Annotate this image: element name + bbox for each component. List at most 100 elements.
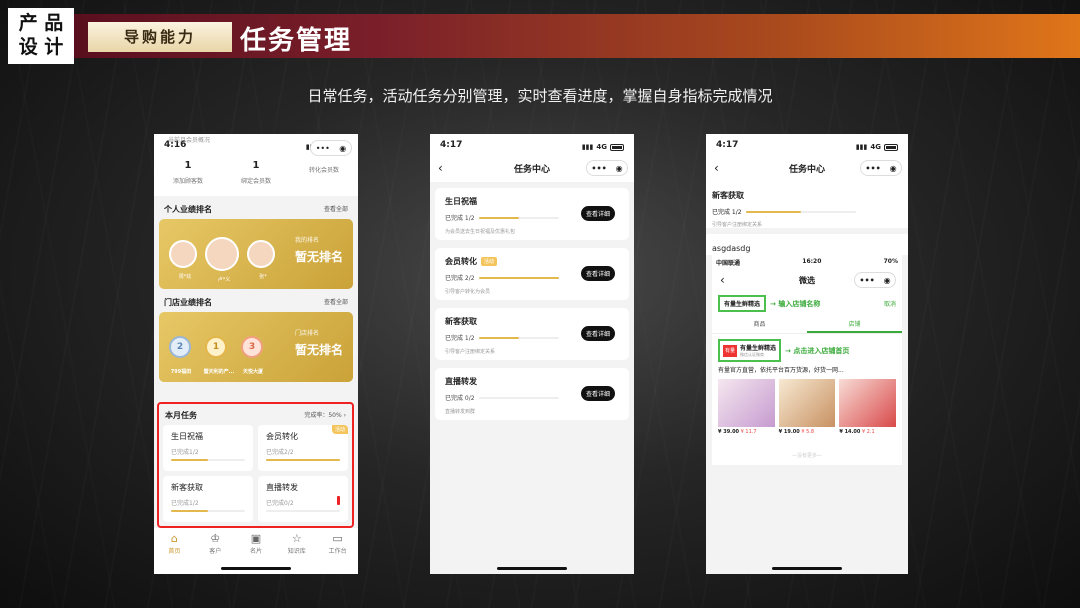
product-item[interactable]: ¥ 19.00 ¥ 5.8: [778, 379, 836, 435]
network-label: 4G: [870, 143, 881, 151]
store-logo: 有量: [723, 344, 737, 357]
cancel-button[interactable]: 取消: [884, 299, 896, 308]
page-subtitle: 日常任务，活动任务分别管理，实时查看进度，掌握自身指标完成情况: [307, 87, 773, 105]
battery-icon: [884, 143, 898, 151]
tab-products[interactable]: 商品: [712, 316, 807, 333]
nav-title: 任务中心: [513, 164, 550, 175]
task-card: 直播转发 已完成 0/2 直播转发到群 查看详细: [435, 368, 629, 420]
crown-icon: ♔: [210, 532, 221, 545]
product-item[interactable]: ¥ 14.00 ¥ 2.1: [839, 379, 897, 435]
status-bar: 4:17 ▮▮▮ 4G: [430, 134, 634, 154]
phone-task-detail: 4:17 ▮▮▮ 4G ‹ 任务中心 ••• ◉ 新客获取 已完成 1/2 引导客户…: [706, 134, 908, 574]
back-icon[interactable]: ‹: [714, 161, 719, 175]
nav-bar: ‹ 任务中心 ••• ◉: [430, 154, 634, 182]
home-icon: ⌂: [170, 532, 178, 545]
store-description: 有量官方直营，依托平台百万货源，好货一网...: [718, 367, 844, 374]
embedded-shop-screenshot: 中国联通 16:20 70% ‹ 微选 ••• ◉ 有量生鲜精选 → 输入店铺名称…: [712, 255, 902, 465]
caption: 当前月会员概况: [168, 137, 211, 144]
personal-ranking-header: 个人业绩排名 查看全部: [164, 204, 348, 215]
progress-bar: [745, 210, 856, 213]
home-indicator: [772, 567, 842, 570]
badge-line2: 设 计: [18, 36, 64, 58]
phone-task-center: 4:17 ▮▮▮ 4G ‹ 任务中心 ••• ◉ 生日祝福 已完成 1/2 为会员送…: [430, 134, 634, 574]
stat-bound-members[interactable]: 1 绑定会员数: [222, 160, 290, 196]
more-icon[interactable]: •••: [865, 164, 880, 173]
mini-program-capsule[interactable]: ••• ◉: [586, 160, 628, 176]
status-time: 4:17: [440, 140, 463, 150]
store-rank: 门店排名 暂无排名: [294, 330, 343, 357]
mini-program-capsule[interactable]: ••• ◉: [310, 140, 352, 156]
mini-program-capsule[interactable]: ••• ◉: [854, 272, 896, 288]
activity-tag: 活动: [481, 257, 498, 266]
home-indicator: [497, 567, 567, 570]
task-summary: 新客获取 已完成 1/2 引导客户注册绑定关系: [706, 182, 908, 228]
close-target-icon[interactable]: ◉: [890, 164, 897, 173]
product-item[interactable]: ¥ 39.00 ¥ 11.7: [718, 379, 775, 435]
stat-converted-members[interactable]: 转化会员数: [290, 160, 358, 196]
store-annotation: → 点击进入店铺首页: [785, 346, 850, 355]
close-target-icon[interactable]: ◉: [616, 164, 623, 173]
task-card: 新客获取 已完成 1/2 引导客户注册绑定关系 查看详细: [435, 308, 629, 360]
more-icon[interactable]: •••: [591, 164, 606, 173]
chevron-right-icon: ›: [343, 412, 346, 419]
personal-ranking-card[interactable]: 周*炫 卢*义 张* 我的排名 暂无排名: [159, 219, 353, 289]
status-time: 4:17: [716, 140, 739, 150]
avatar: 卢*义: [205, 237, 239, 283]
phone-home-screen: 当前月会员概况 4:16 ▮▮▮4G •••◉ 1添加顾客数 1绑定会员数 转化…: [154, 134, 358, 574]
view-detail-button[interactable]: 查看详细: [580, 266, 615, 281]
tab-workbench[interactable]: ▭ 工作台: [317, 532, 358, 574]
signal-icon: ▮▮▮: [581, 143, 594, 151]
mini-program-capsule[interactable]: ••• ◉: [860, 160, 902, 176]
close-target-icon[interactable]: ◉: [339, 144, 346, 153]
tab-stores[interactable]: 店铺: [807, 316, 902, 333]
tab-home[interactable]: ⌂ 首页: [154, 532, 195, 574]
store-view-all-link[interactable]: 查看全部: [324, 297, 348, 308]
nav-bar: ‹ 任务中心 ••• ◉: [706, 154, 908, 182]
activity-tag: 活动: [331, 425, 348, 434]
home-indicator: [221, 567, 291, 570]
nav-title: 任务中心: [788, 164, 825, 175]
medal-gold-icon: 1 暨天利的产...: [204, 336, 234, 375]
stat-added-customers[interactable]: 1 添加顾客数: [154, 160, 222, 196]
member-stats: ••• ◉ 1 添加顾客数 1 绑定会员数 转化会员数: [154, 140, 358, 196]
product-design-badge: 产 品 设 计: [8, 8, 74, 64]
monthly-task-card[interactable]: 新客获取 已完成1/2: [163, 476, 253, 522]
store-ranking-header: 门店业绩排名 查看全部: [164, 297, 348, 308]
monthly-task-card[interactable]: 直播转发 已完成0/2: [258, 476, 348, 522]
view-detail-button[interactable]: 查看详细: [580, 326, 615, 341]
card-icon: ▣: [250, 532, 262, 545]
progress-bar: [478, 276, 559, 279]
progress-bar: [478, 216, 559, 219]
section-tab: 导购能力: [88, 22, 232, 52]
monthly-tasks-header: 本月任务 完成率：50% ›: [165, 410, 346, 421]
view-detail-button[interactable]: 查看详细: [580, 206, 615, 221]
completion-rate-link[interactable]: 完成率：50% ›: [304, 410, 346, 421]
medal-silver-icon: 2 799福田: [169, 336, 191, 375]
product-image: [718, 379, 775, 427]
search-row: 有量生鲜精选 → 输入店铺名称 取消: [712, 291, 902, 316]
shop-search-input[interactable]: 有量生鲜精选: [718, 295, 767, 312]
alert-marker: [337, 496, 340, 505]
my-rank: 我的排名 暂无排名: [294, 237, 343, 264]
avatar: 周*炫: [169, 240, 197, 280]
personal-view-all-link[interactable]: 查看全部: [324, 204, 348, 215]
list-end-text: —没有更多—: [791, 453, 822, 459]
signal-icon: ▮▮▮: [855, 143, 868, 151]
network-label: 4G: [596, 143, 607, 151]
badge-line1: 产 品: [18, 12, 64, 34]
more-icon[interactable]: •••: [316, 144, 330, 153]
view-detail-button[interactable]: 查看详细: [580, 386, 615, 401]
store-ranking-card[interactable]: 2 799福田 1 暨天利的产... 3 天悦大厦 门店排名 暂无排名: [159, 312, 353, 382]
back-icon[interactable]: ‹: [720, 273, 725, 287]
monthly-tasks-highlight: 本月任务 完成率：50% › 生日祝福 已完成1/2 活动 会员转化 已完成2/…: [157, 402, 354, 528]
inner-nav-bar: ‹ 微选 ••• ◉: [712, 269, 902, 291]
product-image: [778, 379, 836, 427]
monthly-task-card[interactable]: 活动 会员转化 已完成2/2: [258, 425, 348, 471]
monthly-task-card[interactable]: 生日祝福 已完成1/2: [163, 425, 253, 471]
close-target-icon[interactable]: ◉: [884, 276, 891, 285]
avatar: 张*: [247, 240, 275, 280]
back-icon[interactable]: ‹: [438, 161, 443, 175]
shop-label: asgdasdg: [706, 234, 908, 255]
store-entry[interactable]: 有量 有量生鲜精选 微信认证微商: [718, 339, 782, 362]
more-icon[interactable]: •••: [859, 276, 874, 285]
